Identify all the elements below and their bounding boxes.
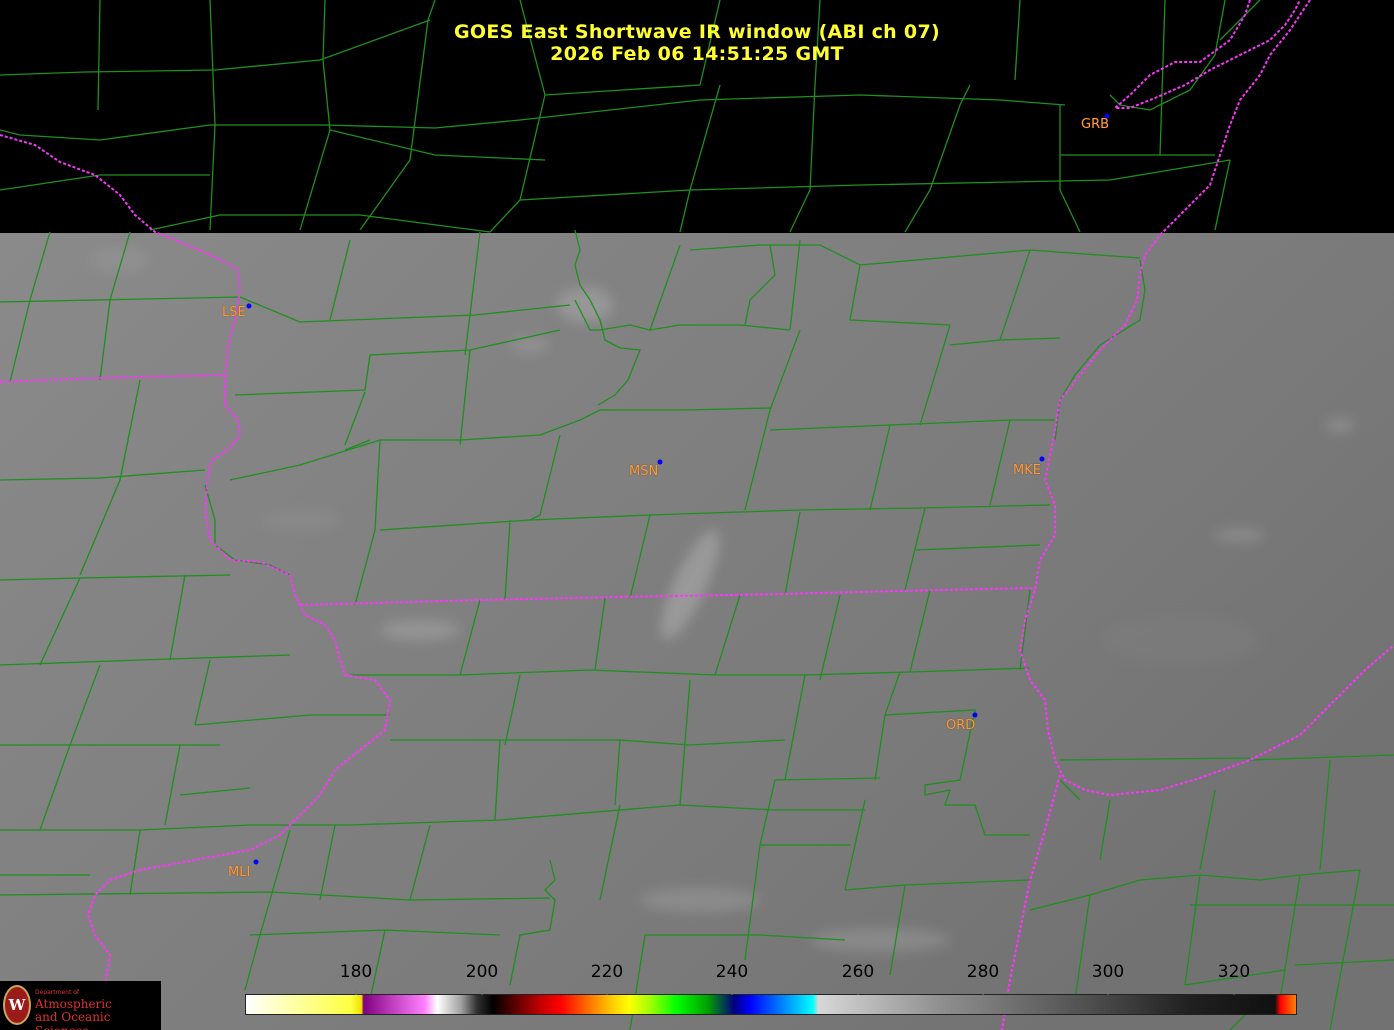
logo-name-line1: Atmospheric: [35, 997, 112, 1011]
colorbar-tick-marks: [355, 990, 1235, 995]
uw-seal-icon: W: [3, 985, 31, 1025]
aos-logo: W Department of Atmospheric and Oceanic …: [0, 981, 161, 1030]
satellite-image-viewer: GOES East Shortwave IR window (ABI ch 07…: [0, 0, 1394, 1030]
logo-name-line2: and Oceanic Sciences: [35, 1010, 111, 1030]
logo-dept-text: Department of: [35, 989, 79, 996]
